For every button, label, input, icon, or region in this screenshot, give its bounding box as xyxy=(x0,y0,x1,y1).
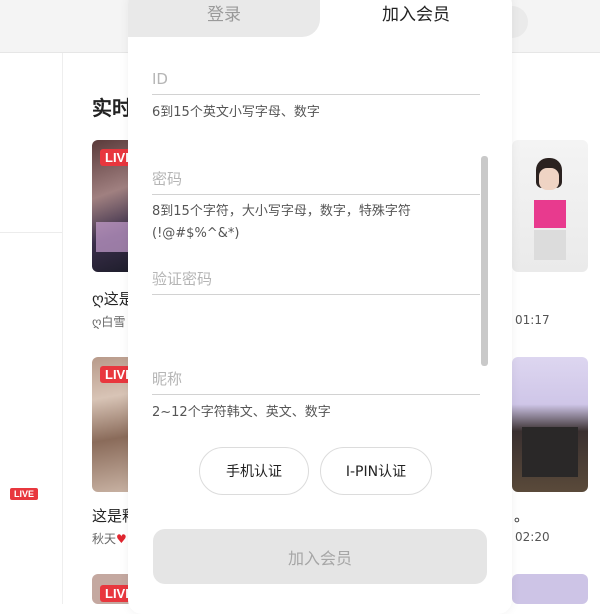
id-input[interactable] xyxy=(152,64,480,95)
stream-thumbnail[interactable] xyxy=(512,574,588,604)
stream-time: 02:20 xyxy=(515,530,550,544)
sidebar-divider xyxy=(0,232,62,233)
nickname-hint: 2~12个字符韩文、英文、数字 xyxy=(152,405,331,420)
signup-modal: 登录 加入会员 6到15个英文小写字母、数字 8到15个字符，大小写字母，数字，… xyxy=(128,0,512,614)
stream-thumbnail[interactable] xyxy=(512,140,588,272)
sidebar xyxy=(0,53,63,604)
nickname-input[interactable] xyxy=(152,364,480,395)
section-title: 实时 xyxy=(92,96,132,120)
stream-time: 01:17 xyxy=(515,313,550,327)
tab-join[interactable]: 加入会员 xyxy=(320,0,512,37)
id-hint: 6到15个英文小写字母、数字 xyxy=(152,105,320,120)
confirm-password-input[interactable] xyxy=(152,264,480,295)
heart-icon: ♥ xyxy=(116,532,127,546)
confirm-password-field xyxy=(152,264,480,295)
password-field xyxy=(152,164,480,195)
id-field xyxy=(152,64,480,95)
stream-thumbnail[interactable] xyxy=(512,357,588,492)
phone-verify-button[interactable]: 手机认证 xyxy=(199,447,309,495)
sidebar-live-badge: LIVE xyxy=(10,488,39,500)
stream-title[interactable]: 。 xyxy=(514,505,529,526)
password-hint: 8到15个字符，大小写字母，数字，特殊字符 (!@#$%^&*) xyxy=(152,204,411,241)
streamer-name[interactable]: 秋天♥ xyxy=(92,530,127,547)
ipin-verify-button[interactable]: I-PIN认证 xyxy=(320,447,432,495)
auth-tabs: 登录 加入会员 xyxy=(128,0,512,37)
streamer-name[interactable]: ღ白雪 xyxy=(92,313,125,330)
modal-scrollbar[interactable] xyxy=(481,156,488,366)
join-submit-button[interactable]: 加入会员 xyxy=(153,529,487,584)
password-input[interactable] xyxy=(152,164,480,195)
nickname-field xyxy=(152,364,480,395)
tab-login[interactable]: 登录 xyxy=(128,0,320,37)
